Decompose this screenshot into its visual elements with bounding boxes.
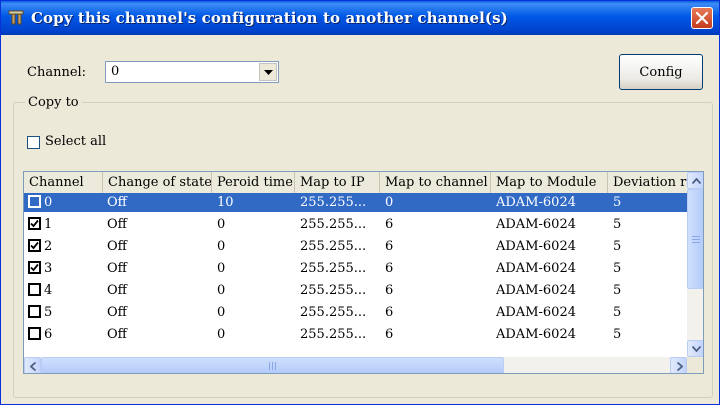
- horizontal-scrollbar[interactable]: [24, 357, 687, 373]
- scrollbar-corner: [687, 357, 703, 373]
- row-checkbox[interactable]: [28, 261, 41, 274]
- cell-map-to-module: ADAM-6024: [496, 283, 576, 298]
- chevron-right-icon: [677, 362, 683, 371]
- cell-map-to-channel: 0: [385, 195, 394, 210]
- cell-map-to-module: ADAM-6024: [496, 305, 576, 320]
- cell-change-of-state: Off: [107, 195, 127, 210]
- cell-change-of-state: Off: [107, 327, 127, 342]
- cell-map-to-module: ADAM-6024: [496, 217, 576, 232]
- scroll-down-button[interactable]: [687, 340, 703, 357]
- cell-period-time: 0: [217, 283, 226, 298]
- cell-period-time: 0: [217, 327, 226, 342]
- select-all-checkbox[interactable]: [27, 136, 40, 149]
- table-row[interactable]: 0 Off 10 255.255... 0 ADAM-6024 5: [24, 193, 687, 212]
- cell-map-to-channel: 6: [385, 283, 394, 298]
- table-row[interactable]: 2 Off 0 255.255... 6 ADAM-6024 5: [24, 237, 687, 256]
- title-bar[interactable]: Copy this channel's configuration to ano…: [1, 1, 719, 35]
- column-header-channel[interactable]: Channel: [24, 172, 103, 193]
- table-row[interactable]: 4 Off 0 255.255... 6 ADAM-6024 5: [24, 281, 687, 300]
- dialog-body: Channel: 0 Config Copy to Select all Cha…: [5, 35, 715, 401]
- cell-change-of-state: Off: [107, 305, 127, 320]
- cell-map-to-channel: 6: [385, 239, 394, 254]
- scroll-left-button[interactable]: [24, 357, 41, 373]
- row-checkbox[interactable]: [28, 217, 41, 230]
- column-header-change-of-state[interactable]: Change of state: [103, 172, 212, 193]
- cell-map-to-ip: 255.255...: [300, 305, 367, 320]
- copy-to-group-label: Copy to: [25, 95, 82, 110]
- close-icon: [696, 12, 708, 24]
- scroll-up-button[interactable]: [687, 172, 703, 189]
- list-header: Channel Change of state Peroid time Map to …: [24, 172, 703, 194]
- cell-map-to-ip: 255.255...: [300, 283, 367, 298]
- column-header-map-to-ip[interactable]: Map to IP: [295, 172, 380, 193]
- select-all-label[interactable]: Select all: [45, 134, 106, 149]
- chevron-up-icon: [692, 178, 701, 184]
- table-row[interactable]: 5 Off 0 255.255... 6 ADAM-6024 5: [24, 303, 687, 322]
- row-checkbox[interactable]: [28, 305, 41, 318]
- dialog-window: Copy this channel's configuration to ano…: [0, 0, 720, 405]
- cell-period-time: 0: [217, 305, 226, 320]
- cell-period-time: 0: [217, 239, 226, 254]
- row-checkbox[interactable]: [28, 327, 41, 340]
- cell-map-to-channel: 6: [385, 327, 394, 342]
- cell-period-time: 10: [217, 195, 234, 210]
- channel-label: Channel:: [27, 65, 87, 80]
- cell-change-of-state: Off: [107, 261, 127, 276]
- cell-map-to-module: ADAM-6024: [496, 327, 576, 342]
- cell-channel: 4: [44, 283, 53, 298]
- window-title: Copy this channel's configuration to ano…: [31, 9, 508, 27]
- channel-select[interactable]: 0: [105, 61, 279, 83]
- horizontal-scroll-thumb[interactable]: [41, 357, 504, 373]
- chevron-left-icon: [30, 362, 36, 371]
- cell-channel: 2: [44, 239, 53, 254]
- column-header-map-to-channel[interactable]: Map to channel: [380, 172, 491, 193]
- checkmark-icon: [30, 263, 39, 272]
- cell-channel: 0: [44, 195, 53, 210]
- cell-change-of-state: Off: [107, 239, 127, 254]
- checkmark-icon: [30, 219, 39, 228]
- chevron-down-icon: [264, 70, 273, 75]
- cell-map-to-channel: 6: [385, 305, 394, 320]
- channel-select-dropdown-button[interactable]: [259, 63, 277, 81]
- chevron-down-icon: [692, 346, 701, 352]
- table-row[interactable]: 3 Off 0 255.255... 6 ADAM-6024 5: [24, 259, 687, 278]
- cell-map-to-module: ADAM-6024: [496, 239, 576, 254]
- cell-map-to-ip: 255.255...: [300, 261, 367, 276]
- cell-map-to-ip: 255.255...: [300, 195, 367, 210]
- tools-icon: [8, 10, 24, 25]
- config-button[interactable]: Config: [619, 54, 703, 90]
- vertical-scroll-thumb[interactable]: [687, 189, 703, 289]
- cell-channel: 6: [44, 327, 53, 342]
- channel-select-value: 0: [111, 64, 120, 79]
- row-checkbox[interactable]: [28, 283, 41, 296]
- row-checkbox[interactable]: [28, 239, 41, 252]
- cell-map-to-module: ADAM-6024: [496, 195, 576, 210]
- table-row[interactable]: 1 Off 0 255.255... 6 ADAM-6024 5: [24, 215, 687, 234]
- close-button[interactable]: [691, 7, 713, 29]
- cell-map-to-module: ADAM-6024: [496, 261, 576, 276]
- cell-change-of-state: Off: [107, 283, 127, 298]
- scroll-right-button[interactable]: [670, 357, 687, 373]
- column-header-period-time[interactable]: Peroid time: [212, 172, 295, 193]
- cell-period-time: 0: [217, 217, 226, 232]
- vertical-scrollbar[interactable]: [687, 172, 703, 357]
- cell-map-to-ip: 255.255...: [300, 239, 367, 254]
- cell-channel: 5: [44, 305, 53, 320]
- checkmark-icon: [30, 241, 39, 250]
- cell-map-to-ip: 255.255...: [300, 217, 367, 232]
- cell-map-to-ip: 255.255...: [300, 327, 367, 342]
- cell-channel: 3: [44, 261, 53, 276]
- channel-list[interactable]: Channel Change of state Peroid time Map to …: [23, 171, 704, 374]
- column-header-map-to-module[interactable]: Map to Module: [491, 172, 608, 193]
- cell-period-time: 0: [217, 261, 226, 276]
- cell-change-of-state: Off: [107, 217, 127, 232]
- cell-channel: 1: [44, 217, 53, 232]
- table-row[interactable]: 6 Off 0 255.255... 6 ADAM-6024 5: [24, 325, 687, 344]
- row-checkbox[interactable]: [28, 195, 41, 208]
- cell-map-to-channel: 6: [385, 217, 394, 232]
- cell-map-to-channel: 6: [385, 261, 394, 276]
